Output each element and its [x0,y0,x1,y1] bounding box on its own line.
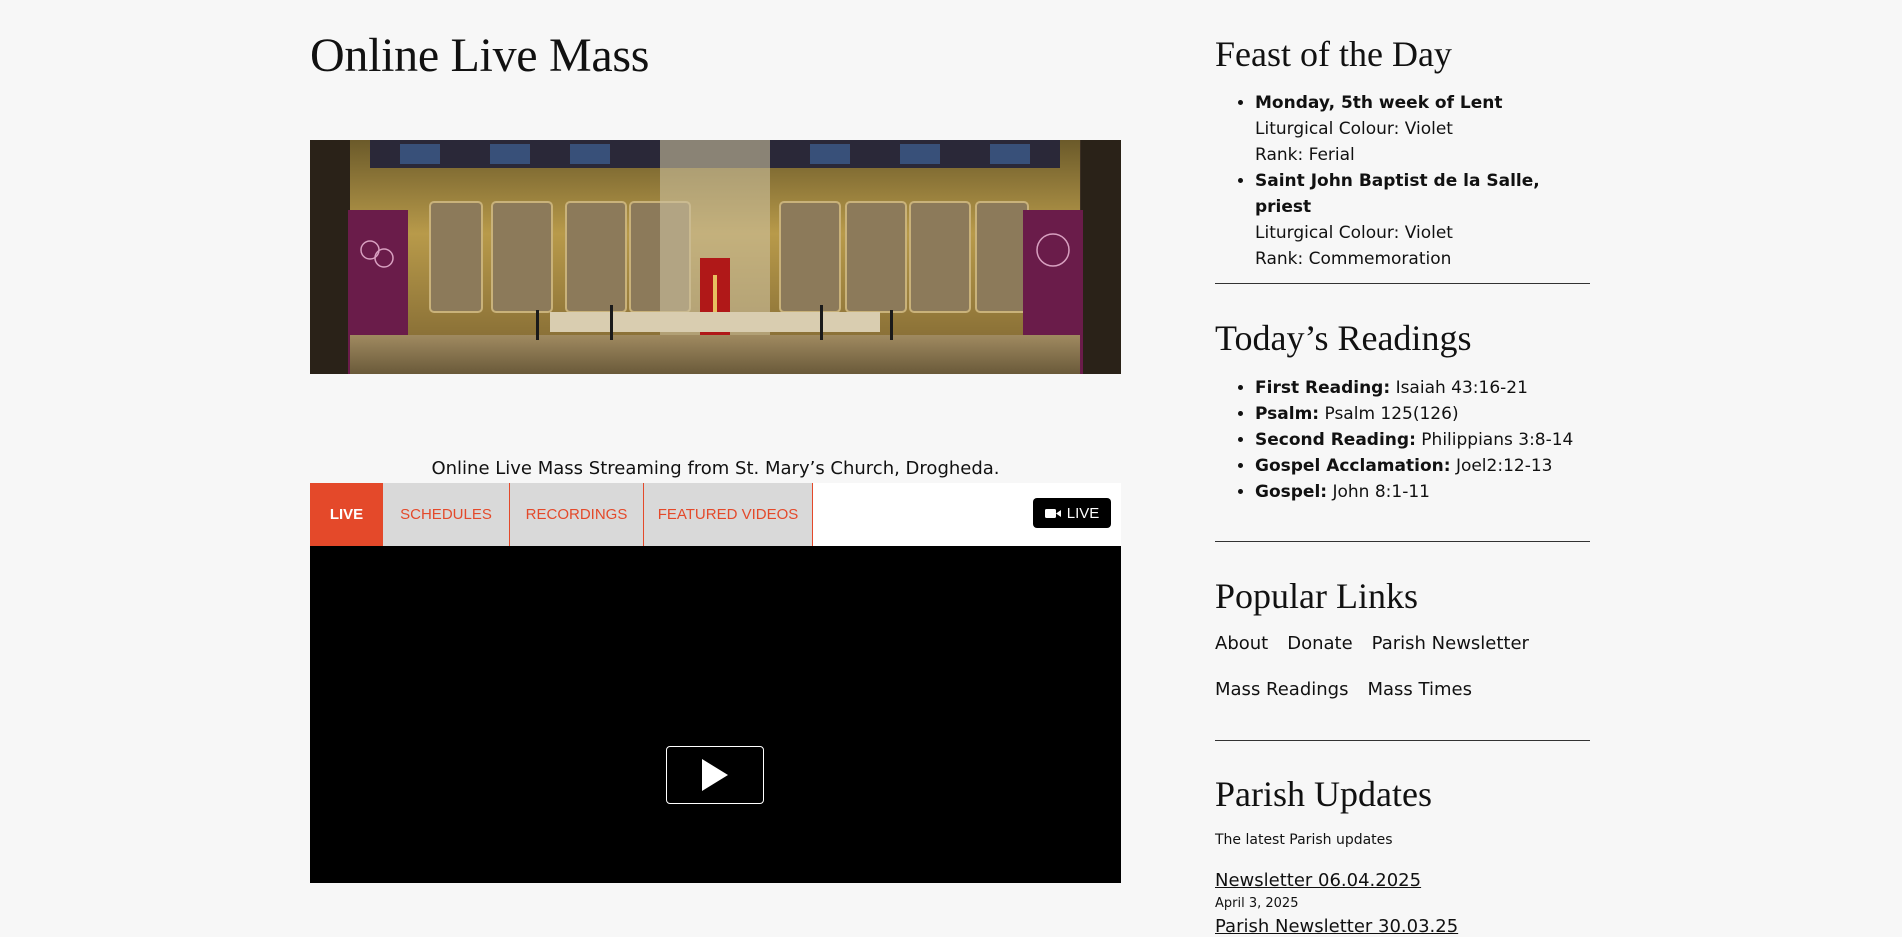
popular-links-row: Mass Readings Mass Times [1215,679,1472,700]
readings-list: First Reading: Isaiah 43:16-21 Psalm: Ps… [1215,375,1573,505]
divider [1215,740,1590,741]
todays-readings-heading: Today’s Readings [1215,318,1472,358]
reading-ref: John 8:1-11 [1332,482,1430,502]
feast-rank: Rank: Commemoration [1255,249,1452,269]
popular-links-row: About Donate Parish Newsletter [1215,633,1529,654]
live-badge-button[interactable]: LIVE [1033,498,1111,528]
video-camera-icon [1044,508,1061,518]
feast-list: Monday, 5th week of Lent Liturgical Colo… [1215,90,1590,272]
feast-of-the-day-heading: Feast of the Day [1215,34,1452,74]
tab-live[interactable]: LIVE [310,483,383,546]
reading-label: Gospel: [1255,482,1328,502]
page-title: Online Live Mass [310,29,650,82]
play-button[interactable] [666,746,764,804]
reading-ref: Joel2:12-13 [1455,456,1553,476]
list-item: First Reading: Isaiah 43:16-21 [1255,375,1573,401]
video-area[interactable] [310,546,1121,883]
list-item: Saint John Baptist de la Salle, priest L… [1255,168,1590,272]
feast-name: Monday, 5th week of Lent [1255,93,1503,113]
reading-label: Gospel Acclamation: [1255,456,1451,476]
divider [1215,283,1590,284]
list-item: Second Reading: Philippians 3:8-14 [1255,427,1573,453]
player-tab-bar: LIVE SCHEDULES RECORDINGS FEATURED VIDEO… [310,483,1121,546]
post-date: April 3, 2025 [1215,896,1299,911]
list-item: Gospel Acclamation: Joel2:12-13 [1255,453,1573,479]
reading-ref: Isaiah 43:16-21 [1395,378,1528,398]
reading-label: Psalm: [1255,404,1320,424]
play-icon [702,759,728,791]
live-stream-player: LIVE SCHEDULES RECORDINGS FEATURED VIDEO… [310,483,1121,883]
link-mass-readings[interactable]: Mass Readings [1215,679,1348,700]
stream-caption: Online Live Mass Streaming from St. Mary… [431,458,1000,479]
reading-ref: Philippians 3:8-14 [1421,430,1574,450]
link-mass-times[interactable]: Mass Times [1367,679,1471,700]
link-parish-newsletter[interactable]: Parish Newsletter [1372,633,1529,654]
feast-colour: Liturgical Colour: Violet [1255,223,1453,243]
link-donate[interactable]: Donate [1287,633,1352,654]
church-altar-banner-image [310,140,1121,374]
parish-updates-heading: Parish Updates [1215,774,1432,814]
reading-label: First Reading: [1255,378,1391,398]
list-item: Monday, 5th week of Lent Liturgical Colo… [1255,90,1590,168]
feast-rank: Rank: Ferial [1255,145,1355,165]
reading-ref: Psalm 125(126) [1324,404,1459,424]
popular-links-heading: Popular Links [1215,576,1418,616]
parish-updates-subtitle: The latest Parish updates [1215,832,1393,848]
divider [1215,541,1590,542]
reading-label: Second Reading: [1255,430,1416,450]
feast-name: Saint John Baptist de la Salle, priest [1255,171,1540,217]
live-badge-label: LIVE [1066,504,1100,522]
tab-recordings[interactable]: RECORDINGS [510,483,644,546]
list-item: Gospel: John 8:1-11 [1255,479,1573,505]
newsletter-post-link[interactable]: Newsletter 06.04.2025 [1215,870,1421,891]
feast-colour: Liturgical Colour: Violet [1255,119,1453,139]
list-item: Psalm: Psalm 125(126) [1255,401,1573,427]
link-about[interactable]: About [1215,633,1268,654]
tab-schedules[interactable]: SCHEDULES [383,483,510,546]
tab-featured-videos[interactable]: FEATURED VIDEOS [644,483,813,546]
